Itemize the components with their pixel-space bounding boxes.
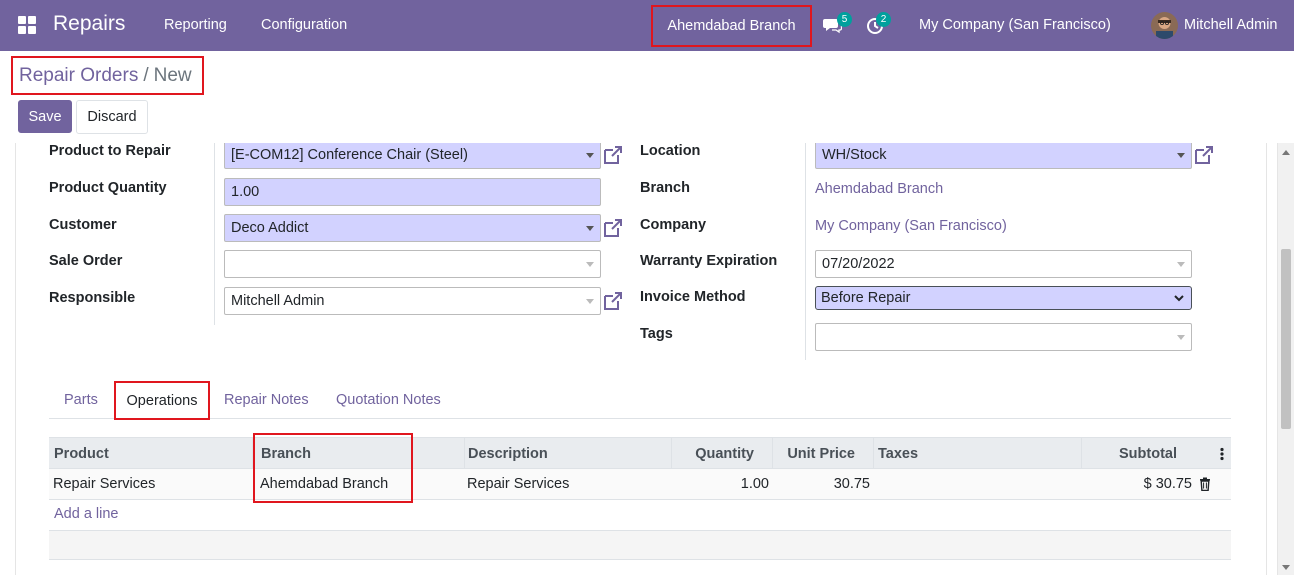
sale-order-label: Sale Order	[49, 253, 123, 269]
sale-order-field[interactable]	[224, 250, 601, 278]
top-navbar: Repairs Reporting Configuration Ahemdaba…	[0, 0, 1294, 51]
scrollbar[interactable]	[1277, 143, 1294, 575]
branch-switcher-label: Ahemdabad Branch	[667, 18, 796, 34]
tabs-underline	[49, 418, 1231, 419]
responsible-value: Mitchell Admin	[231, 293, 325, 309]
breadcrumb: Repair Orders / New	[11, 56, 204, 95]
kebab-menu-icon[interactable]	[1219, 447, 1225, 461]
company-value[interactable]: My Company (San Francisco)	[815, 218, 1007, 234]
external-link-icon[interactable]	[602, 144, 624, 166]
row-product: Repair Services	[53, 476, 156, 492]
menu-configuration[interactable]: Configuration	[261, 17, 347, 33]
customer-label: Customer	[49, 217, 117, 233]
form-sheet: Product to Repair [E-COM12] Conference C…	[15, 143, 1267, 575]
column-divider	[873, 438, 874, 470]
row-quantity: 1.00	[740, 476, 769, 492]
col-taxes[interactable]: Taxes	[878, 446, 918, 462]
user-avatar[interactable]	[1151, 12, 1178, 39]
warranty-expiration-field[interactable]: 07/20/2022	[815, 250, 1192, 278]
column-divider	[671, 438, 672, 470]
product-to-repair-value: [E-COM12] Conference Chair (Steel)	[231, 147, 468, 163]
add-line-link[interactable]: Add a line	[54, 506, 119, 522]
scroll-thumb[interactable]	[1281, 249, 1291, 429]
user-name[interactable]: Mitchell Admin	[1184, 17, 1277, 33]
col-product[interactable]: Product	[54, 446, 109, 462]
column-divider	[464, 438, 465, 470]
discard-button[interactable]: Discard	[76, 100, 148, 134]
external-link-icon[interactable]	[602, 290, 624, 312]
operations-table-header: Product Branch Description Quantity Unit…	[49, 437, 1231, 470]
invoice-method-label: Invoice Method	[640, 289, 746, 305]
branch-switcher[interactable]: Ahemdabad Branch	[651, 5, 812, 47]
column-divider	[772, 438, 773, 470]
scroll-down-arrow-icon[interactable]	[1282, 565, 1290, 570]
branch-label: Branch	[640, 180, 690, 196]
invoice-method-value: Before Repair	[821, 290, 911, 306]
customer-value: Deco Addict	[231, 220, 309, 236]
chevron-down-icon	[1174, 295, 1184, 302]
tags-field[interactable]	[815, 323, 1192, 351]
product-quantity-value: 1.00	[231, 184, 260, 200]
branch-column-highlight	[253, 433, 413, 503]
col-subtotal[interactable]: Subtotal	[1119, 446, 1177, 462]
warranty-expiration-value: 07/20/2022	[822, 256, 895, 272]
breadcrumb-separator: /	[143, 64, 149, 86]
table-empty-row	[49, 530, 1231, 560]
row-subtotal: $ 30.75	[1143, 476, 1192, 492]
product-to-repair-field[interactable]: [E-COM12] Conference Chair (Steel)	[224, 143, 601, 169]
external-link-icon[interactable]	[1193, 144, 1215, 166]
breadcrumb-current: New	[153, 64, 192, 86]
col-unit-price[interactable]: Unit Price	[787, 446, 855, 462]
customer-field[interactable]: Deco Addict	[224, 214, 601, 242]
branch-value[interactable]: Ahemdabad Branch	[815, 181, 943, 197]
location-label: Location	[640, 143, 701, 159]
responsible-field[interactable]: Mitchell Admin	[224, 287, 601, 315]
breadcrumb-parent[interactable]: Repair Orders	[19, 65, 138, 87]
external-link-icon[interactable]	[602, 217, 624, 239]
tags-label: Tags	[640, 326, 673, 342]
column-separator	[214, 143, 215, 325]
tab-operations[interactable]: Operations	[114, 381, 210, 420]
table-row[interactable]: Repair Services Ahemdabad Branch Repair …	[49, 469, 1231, 500]
messages-badge: 5	[837, 12, 852, 27]
col-quantity[interactable]: Quantity	[695, 446, 754, 462]
warranty-expiration-label: Warranty Expiration	[640, 253, 778, 269]
app-name[interactable]: Repairs	[53, 12, 125, 36]
location-value: WH/Stock	[822, 147, 887, 163]
tab-repair-notes[interactable]: Repair Notes	[224, 392, 309, 408]
col-description[interactable]: Description	[468, 446, 548, 462]
column-divider	[1081, 438, 1082, 470]
invoice-method-select[interactable]: Before Repair	[815, 286, 1192, 310]
tab-parts[interactable]: Parts	[64, 392, 98, 408]
save-button[interactable]: Save	[18, 100, 72, 133]
row-unit-price: 30.75	[833, 476, 870, 492]
company-switcher[interactable]: My Company (San Francisco)	[919, 17, 1111, 33]
company-label: Company	[640, 217, 707, 233]
tab-quotation-notes[interactable]: Quotation Notes	[336, 392, 441, 408]
activities-badge: 2	[876, 12, 891, 27]
product-quantity-field[interactable]: 1.00	[224, 178, 601, 206]
row-description: Repair Services	[467, 476, 570, 492]
apps-grid-icon[interactable]	[18, 16, 36, 34]
scroll-up-arrow-icon[interactable]	[1282, 150, 1290, 155]
tab-operations-label: Operations	[126, 392, 198, 409]
responsible-label: Responsible	[49, 290, 136, 306]
location-field[interactable]: WH/Stock	[815, 143, 1192, 169]
product-to-repair-label: Product to Repair	[49, 143, 171, 159]
product-quantity-label: Product Quantity	[49, 180, 167, 196]
menu-reporting[interactable]: Reporting	[164, 17, 227, 33]
column-separator	[805, 143, 806, 360]
trash-icon[interactable]	[1199, 477, 1211, 491]
